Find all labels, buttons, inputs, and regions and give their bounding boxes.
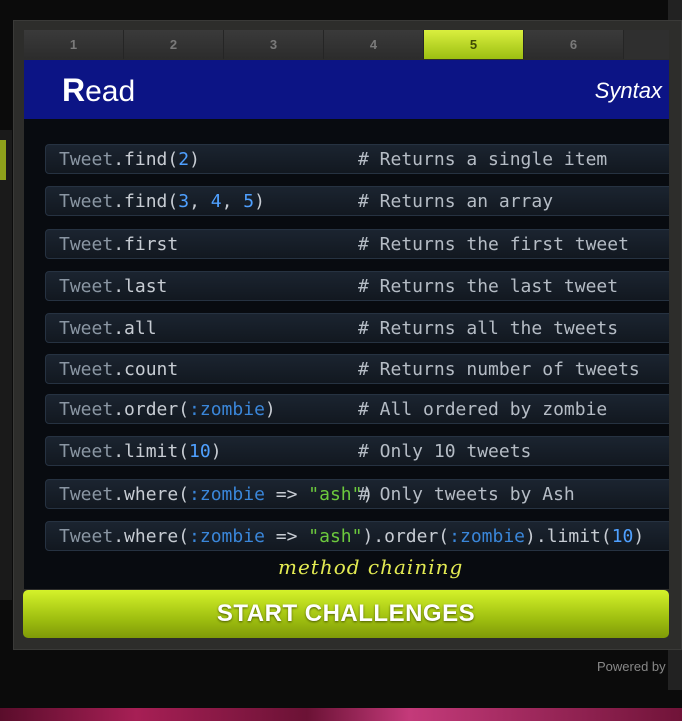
code-class-name: Tweet <box>59 484 114 505</box>
code-text: .find( <box>113 191 179 212</box>
code-comment: # Returns the first tweet <box>358 234 629 255</box>
code-text: .where( <box>113 484 190 505</box>
code-symbol: :zombie <box>189 484 265 505</box>
code-examples-panel: Tweet.find(2) # Returns a single item Twee… <box>24 119 669 589</box>
code-snippet: Tweet.where(:zombie => "ash") <box>59 484 373 505</box>
code-class-name: Tweet <box>59 149 114 170</box>
code-text: .limit( <box>113 441 190 462</box>
code-text: .find( <box>113 149 179 170</box>
code-text: , <box>189 191 211 212</box>
code-text: ) <box>254 191 265 212</box>
step-tab-6[interactable]: 6 <box>524 30 624 59</box>
code-symbol: :zombie <box>189 399 265 420</box>
code-snippet: Tweet.where(:zombie => "ash").order(:zom… <box>59 526 644 547</box>
code-text: ) <box>264 399 276 420</box>
code-text: ) <box>210 441 222 462</box>
code-snippet: Tweet.count <box>59 359 178 380</box>
code-class-name: Tweet <box>59 234 114 255</box>
code-example-row: Tweet.limit(10) # Only 10 tweets <box>45 436 669 466</box>
code-string: "ash" <box>308 484 363 505</box>
background-left-edge <box>0 130 12 600</box>
code-text: ) <box>633 526 645 547</box>
code-number: 4 <box>210 191 222 212</box>
code-comment: # Returns a single item <box>358 149 608 170</box>
code-comment: # Only 10 tweets <box>358 441 532 462</box>
code-text: .where( <box>113 526 190 547</box>
code-comment: # All ordered by zombie <box>358 399 608 420</box>
powered-by-text: Powered by <box>597 659 666 674</box>
code-text: ).limit( <box>525 526 612 547</box>
code-text: ) <box>189 149 200 170</box>
code-class-name: Tweet <box>59 441 114 462</box>
code-example-row: Tweet.count # Returns number of tweets <box>45 354 669 384</box>
code-text: .first <box>113 234 179 255</box>
code-example-row: Tweet.find(2) # Returns a single item <box>45 144 669 174</box>
code-comment: # Only tweets by Ash <box>358 484 575 505</box>
code-comment: # Returns the last tweet <box>358 276 619 297</box>
lesson-subtitle: Syntax <box>594 78 662 103</box>
code-comment: # Returns number of tweets <box>358 359 640 380</box>
code-snippet: Tweet.find(2) <box>59 149 200 170</box>
code-example-row: Tweet.where(:zombie => "ash").order(:zom… <box>45 521 669 551</box>
code-text: , <box>221 191 244 212</box>
code-snippet: Tweet.last <box>59 276 167 297</box>
code-example-row: Tweet.find(3, 4, 5) # Returns an array <box>45 186 669 216</box>
code-class-name: Tweet <box>59 191 114 212</box>
code-number: 5 <box>243 191 255 212</box>
step-tab-2[interactable]: 2 <box>124 30 224 59</box>
code-text: .last <box>113 276 168 297</box>
code-class-name: Tweet <box>59 399 114 420</box>
step-navigation: 1 2 3 4 5 6 <box>24 30 669 59</box>
step-tab-1[interactable]: 1 <box>24 30 124 59</box>
code-comment: # Returns all the tweets <box>358 318 619 339</box>
code-example-row: Tweet.order(:zombie) # All ordered by zom… <box>45 394 669 424</box>
code-class-name: Tweet <box>59 318 114 339</box>
code-comment: # Returns an array <box>358 191 554 212</box>
code-snippet: Tweet.all <box>59 318 157 339</box>
lesson-title: Read <box>62 72 136 108</box>
code-class-name: Tweet <box>59 359 114 380</box>
code-snippet: Tweet.find(3, 4, 5) <box>59 191 265 212</box>
code-text: .all <box>113 318 157 339</box>
step-tab-4[interactable]: 4 <box>324 30 424 59</box>
code-class-name: Tweet <box>59 526 114 547</box>
code-class-name: Tweet <box>59 276 114 297</box>
code-number: 10 <box>189 441 211 462</box>
start-challenges-button[interactable]: START CHALLENGES <box>23 590 669 638</box>
code-snippet: Tweet.first <box>59 234 178 255</box>
code-text: => <box>264 484 309 505</box>
code-symbol: :zombie <box>449 526 526 547</box>
code-snippet: Tweet.order(:zombie) <box>59 399 276 420</box>
background-left-accent <box>0 140 6 180</box>
code-number: 10 <box>611 526 634 547</box>
code-number: 2 <box>178 149 190 170</box>
method-chaining-annotation: method chaining <box>278 555 464 579</box>
code-example-row: Tweet.all # Returns all the tweets <box>45 313 669 343</box>
code-example-row: Tweet.last # Returns the last tweet <box>45 271 669 301</box>
code-example-row: Tweet.first # Returns the first tweet <box>45 229 669 259</box>
lesson-header: Read Syntax <box>24 60 669 119</box>
code-text: .count <box>113 359 179 380</box>
code-number: 3 <box>178 191 190 212</box>
code-text: .order( <box>113 399 190 420</box>
code-text: => <box>264 526 309 547</box>
code-snippet: Tweet.limit(10) <box>59 441 222 462</box>
code-symbol: :zombie <box>189 526 265 547</box>
background-bottom-banner <box>0 708 682 721</box>
step-tab-5-active[interactable]: 5 <box>424 30 524 59</box>
step-tab-3[interactable]: 3 <box>224 30 324 59</box>
code-example-row: Tweet.where(:zombie => "ash") # Only twee… <box>45 479 669 509</box>
code-string: "ash" <box>308 526 363 547</box>
code-text: ).order( <box>362 526 450 547</box>
